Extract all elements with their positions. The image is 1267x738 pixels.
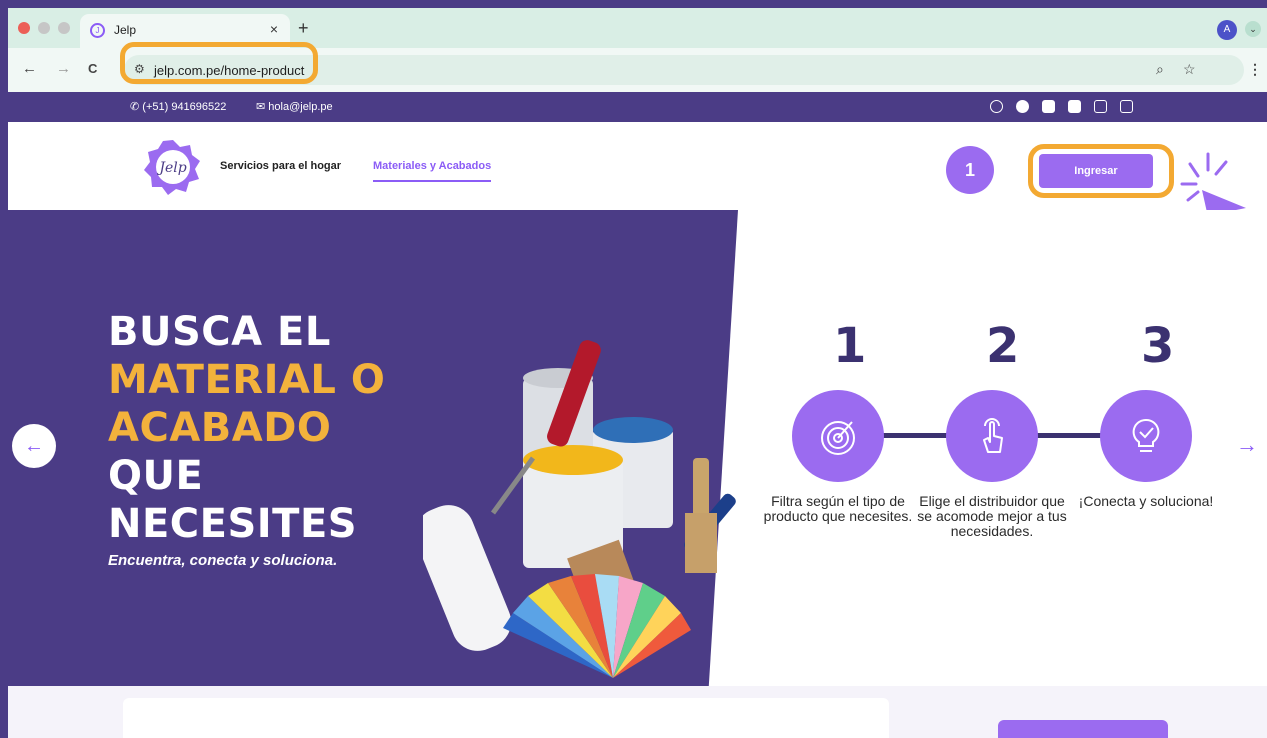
browser-window: J Jelp × + ⌄ ← → C ⚙ jelp.com.pe/home-pr…	[8, 8, 1267, 738]
step-badge: 1	[946, 146, 994, 194]
step-number: 1	[833, 318, 867, 374]
back-button[interactable]: ←	[22, 60, 37, 77]
site-topbar: ✆ (+51) 941696522 ✉ hola@jelp.pe	[8, 92, 1267, 122]
step-number: 3	[1141, 318, 1175, 374]
tab-title: Jelp	[114, 23, 137, 37]
svg-text:Jelp: Jelp	[156, 160, 186, 176]
phone-contact[interactable]: ✆ (+51) 941696522	[130, 100, 226, 113]
step-1-text: Filtra según el tipo de producto que nec…	[763, 493, 913, 524]
new-tab-button[interactable]: +	[298, 18, 309, 39]
url-highlight-ring	[120, 42, 318, 84]
email-contact[interactable]: ✉ hola@jelp.pe	[256, 100, 333, 113]
close-window-button[interactable]	[18, 22, 30, 34]
reload-button[interactable]: C	[88, 61, 97, 76]
bookmark-star-icon[interactable]: ☆	[1183, 61, 1196, 78]
tap-hand-icon	[983, 418, 1003, 453]
step-3-circle	[1100, 390, 1192, 482]
carousel-prev-button[interactable]: ←	[12, 424, 56, 468]
search-button[interactable]	[998, 720, 1168, 738]
step-3-text: ¡Conecta y soluciona!	[1078, 493, 1214, 509]
site-header: Jelp Servicios para el hogar Materiales …	[8, 122, 1267, 230]
phone-icon: ✆	[130, 101, 143, 113]
hero-title-line: MATERIAL O	[108, 357, 386, 403]
linkedin-icon[interactable]	[1042, 100, 1055, 113]
search-section	[8, 686, 1267, 738]
hero-title-line: ACABADO	[108, 405, 332, 451]
forward-button[interactable]: →	[56, 60, 71, 77]
zoom-icon[interactable]: ⌕	[1156, 61, 1164, 78]
lightbulb-check-icon	[1132, 418, 1160, 452]
mail-icon: ✉	[256, 101, 269, 113]
step-2-text: Elige el distribuidor que se acomode mej…	[917, 493, 1067, 539]
target-icon	[821, 421, 855, 455]
jelp-logo[interactable]: Jelp	[143, 138, 203, 196]
tab-close-button[interactable]: ×	[270, 21, 278, 37]
instagram-icon[interactable]	[1094, 100, 1107, 113]
login-button[interactable]: Ingresar	[1039, 154, 1153, 188]
window-controls	[18, 22, 70, 34]
carousel-next-button[interactable]: →	[1236, 432, 1258, 458]
step-2-circle	[946, 390, 1038, 482]
nav-servicios-hogar[interactable]: Servicios para el hogar	[220, 160, 341, 172]
search-card[interactable]	[123, 698, 889, 738]
minimize-window-button[interactable]	[38, 22, 50, 34]
step-number: 2	[986, 318, 1020, 374]
browser-menu-icon[interactable]: ⋮	[1248, 61, 1262, 78]
hero-title-line: QUE	[108, 453, 204, 499]
step-1-circle	[792, 390, 884, 482]
facebook-icon[interactable]	[1016, 100, 1029, 113]
hero-title-line: BUSCA EL	[108, 309, 331, 355]
jelp-favicon-icon: J	[90, 23, 105, 38]
nav-materiales-acabados[interactable]: Materiales y Acabados	[373, 160, 492, 182]
maximize-window-button[interactable]	[58, 22, 70, 34]
whatsapp-icon[interactable]	[990, 100, 1003, 113]
tiktok-icon[interactable]	[1120, 100, 1133, 113]
hero-title-line: NECESITES	[108, 501, 358, 547]
x-twitter-icon[interactable]	[1068, 100, 1081, 113]
profile-avatar[interactable]: A	[1217, 20, 1237, 40]
paint-supplies-image	[423, 340, 736, 678]
hero-title: BUSCA EL MATERIAL O ACABADO QUE NECESITE…	[108, 308, 385, 548]
chevron-down-icon[interactable]: ⌄	[1245, 21, 1261, 37]
hero-subtitle: Encuentra, conecta y soluciona.	[108, 552, 338, 569]
